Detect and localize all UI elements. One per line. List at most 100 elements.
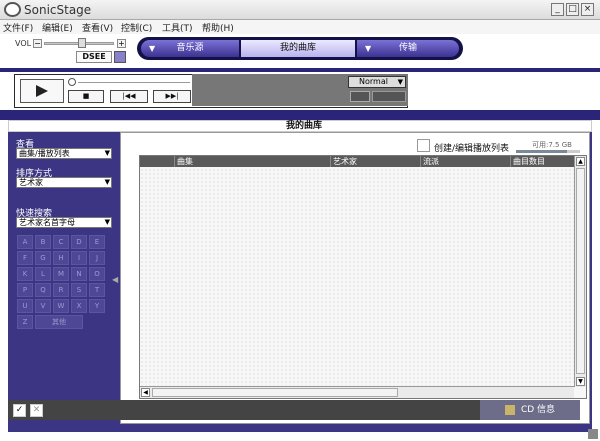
library-title: 我的曲库 <box>285 121 322 131</box>
volume-up-button[interactable]: + <box>117 39 126 48</box>
menu-file[interactable]: 文件(F) <box>3 21 33 34</box>
quick-search-letter[interactable]: Y <box>89 299 105 313</box>
menu-control[interactable]: 控制(C) <box>121 21 152 34</box>
quick-search-letter[interactable]: O <box>89 267 105 281</box>
tab-label: 传输 <box>398 43 417 53</box>
library-sidebar: 查看 曲集/播放列表 ▼ 排序方式 艺术家 ▼ 快速搜索 艺术家名首字母 ▼ A… <box>8 132 120 432</box>
cd-icon <box>504 404 515 415</box>
quick-search-letter[interactable]: K <box>17 267 33 281</box>
list-background <box>140 168 574 386</box>
position-slider-thumb[interactable] <box>68 78 76 86</box>
header-band <box>0 68 600 72</box>
column-header-track-count[interactable]: 曲目数目 <box>510 156 564 167</box>
quick-search-select[interactable]: 艺术家名首字母 ▼ <box>16 217 112 228</box>
quick-search-letter[interactable]: L <box>35 267 51 281</box>
available-space-label: 可用:7.5 GB <box>532 141 572 149</box>
play-icon <box>36 85 48 97</box>
app-logo-icon <box>4 2 21 17</box>
resize-grip-icon[interactable] <box>588 429 598 439</box>
play-mode-select[interactable]: Normal ▼ <box>348 76 406 88</box>
check-all-button[interactable]: ✓ <box>13 404 26 417</box>
library-header: 我的曲库 <box>8 120 592 132</box>
quick-search-letter[interactable]: N <box>71 267 87 281</box>
sort-select[interactable]: 艺术家 ▼ <box>16 177 112 188</box>
quick-search-letter[interactable]: V <box>35 299 51 313</box>
tab-music-source[interactable]: ▼ 音乐源 <box>141 40 239 57</box>
quick-search-letter[interactable]: D <box>71 235 87 249</box>
quick-search-letter[interactable]: C <box>53 235 69 249</box>
horizontal-scrollbar[interactable]: ◀ <box>140 386 574 398</box>
menu-help[interactable]: 帮助(H) <box>202 21 234 34</box>
menu-view[interactable]: 查看(V) <box>82 21 113 34</box>
quick-search-letter[interactable]: A <box>17 235 33 249</box>
app-title: SonicStage <box>24 3 92 17</box>
tab-label: 音乐源 <box>176 43 204 53</box>
create-playlist-checkbox[interactable] <box>417 139 430 152</box>
volume-label: VOL <box>15 39 32 48</box>
view-select-value: 曲集/播放列表 <box>19 149 70 158</box>
stop-button[interactable]: ■ <box>68 90 104 103</box>
quick-search-letter[interactable]: W <box>53 299 69 313</box>
quick-search-letter[interactable]: H <box>53 251 69 265</box>
menu-edit[interactable]: 编辑(E) <box>42 21 73 34</box>
uncheck-all-button[interactable]: ✕ <box>30 404 43 417</box>
main-tab-bar: ▼ 音乐源 我的曲库 ▼ 传输 <box>137 37 463 60</box>
view-select[interactable]: 曲集/播放列表 ▼ <box>16 148 112 159</box>
quick-search-letter[interactable]: E <box>89 235 105 249</box>
collapse-sidebar-icon[interactable]: ◀ <box>112 275 118 284</box>
quick-search-letter[interactable]: I <box>71 251 87 265</box>
vertical-scrollbar[interactable]: ▲ ▼ <box>574 156 586 387</box>
quick-search-letter[interactable]: R <box>53 283 69 297</box>
sort-select-value: 艺术家 <box>19 178 43 187</box>
quick-search-letter[interactable]: B <box>35 235 51 249</box>
album-list[interactable]: 曲集 艺术家 流派 曲目数目 ▲ ▼ ◀ <box>139 155 587 399</box>
available-space-fill <box>516 150 568 153</box>
quick-search-letter[interactable]: U <box>17 299 33 313</box>
cd-info-button[interactable]: CD 信息 <box>480 400 580 420</box>
quick-search-letter[interactable]: G <box>35 251 51 265</box>
maximize-button[interactable]: □ <box>566 3 579 16</box>
quick-search-letter[interactable]: 其他 <box>35 315 83 329</box>
scroll-up-icon[interactable]: ▲ <box>576 157 585 166</box>
chevron-down-icon: ▼ <box>104 178 110 186</box>
quick-search-letter[interactable]: Z <box>17 315 33 329</box>
chevron-down-icon: ▼ <box>397 78 403 86</box>
quick-search-letter[interactable]: S <box>71 283 87 297</box>
quick-search-letter[interactable]: F <box>17 251 33 265</box>
quick-search-letter[interactable]: P <box>17 283 33 297</box>
tab-my-library[interactable]: 我的曲库 <box>241 40 355 57</box>
tab-transfer[interactable]: ▼ 传输 <box>357 40 459 57</box>
previous-track-button[interactable]: |◀◀ <box>110 90 148 103</box>
column-header-genre[interactable]: 流派 <box>420 156 510 167</box>
repeat-toggle[interactable] <box>350 91 370 102</box>
dsee-indicator[interactable] <box>114 51 126 63</box>
vertical-scroll-thumb[interactable] <box>576 168 585 374</box>
scroll-left-icon[interactable]: ◀ <box>141 388 150 397</box>
volume-slider-thumb[interactable] <box>78 38 87 48</box>
list-header-row: 曲集 艺术家 流派 曲目数目 <box>140 156 574 167</box>
menu-tools[interactable]: 工具(T) <box>162 21 193 34</box>
library-body: 查看 曲集/播放列表 ▼ 排序方式 艺术家 ▼ 快速搜索 艺术家名首字母 ▼ A… <box>8 132 592 432</box>
bottom-toolbar: ✓ ✕ <box>8 400 496 420</box>
quick-search-letter[interactable]: Q <box>35 283 51 297</box>
quick-search-letter[interactable]: J <box>89 251 105 265</box>
column-header-album[interactable]: 曲集 <box>174 156 330 167</box>
volume-down-button[interactable]: − <box>33 39 42 48</box>
quick-search-letter[interactable]: X <box>71 299 87 313</box>
dsee-button[interactable]: DSEE <box>76 51 112 63</box>
quick-search-select-value: 艺术家名首字母 <box>19 218 75 227</box>
shuffle-toggle[interactable] <box>372 91 406 102</box>
separator-band <box>0 110 600 120</box>
play-mode-value: Normal <box>359 77 388 86</box>
column-header-artist[interactable]: 艺术家 <box>330 156 420 167</box>
minimize-button[interactable]: _ <box>551 3 564 16</box>
library-main-panel: 创建/编辑播放列表 可用:7.5 GB 曲集 艺术家 流派 曲目数目 ▲ ▼ ◀ <box>120 132 590 424</box>
horizontal-scroll-thumb[interactable] <box>152 388 398 397</box>
create-playlist-label[interactable]: 创建/编辑播放列表 <box>434 141 509 154</box>
position-slider-track[interactable] <box>78 82 190 83</box>
close-button[interactable]: × <box>581 3 594 16</box>
next-track-button[interactable]: ▶▶| <box>153 90 191 103</box>
quick-search-letter[interactable]: M <box>53 267 69 281</box>
scroll-down-icon[interactable]: ▼ <box>576 377 585 386</box>
quick-search-letter[interactable]: T <box>89 283 105 297</box>
